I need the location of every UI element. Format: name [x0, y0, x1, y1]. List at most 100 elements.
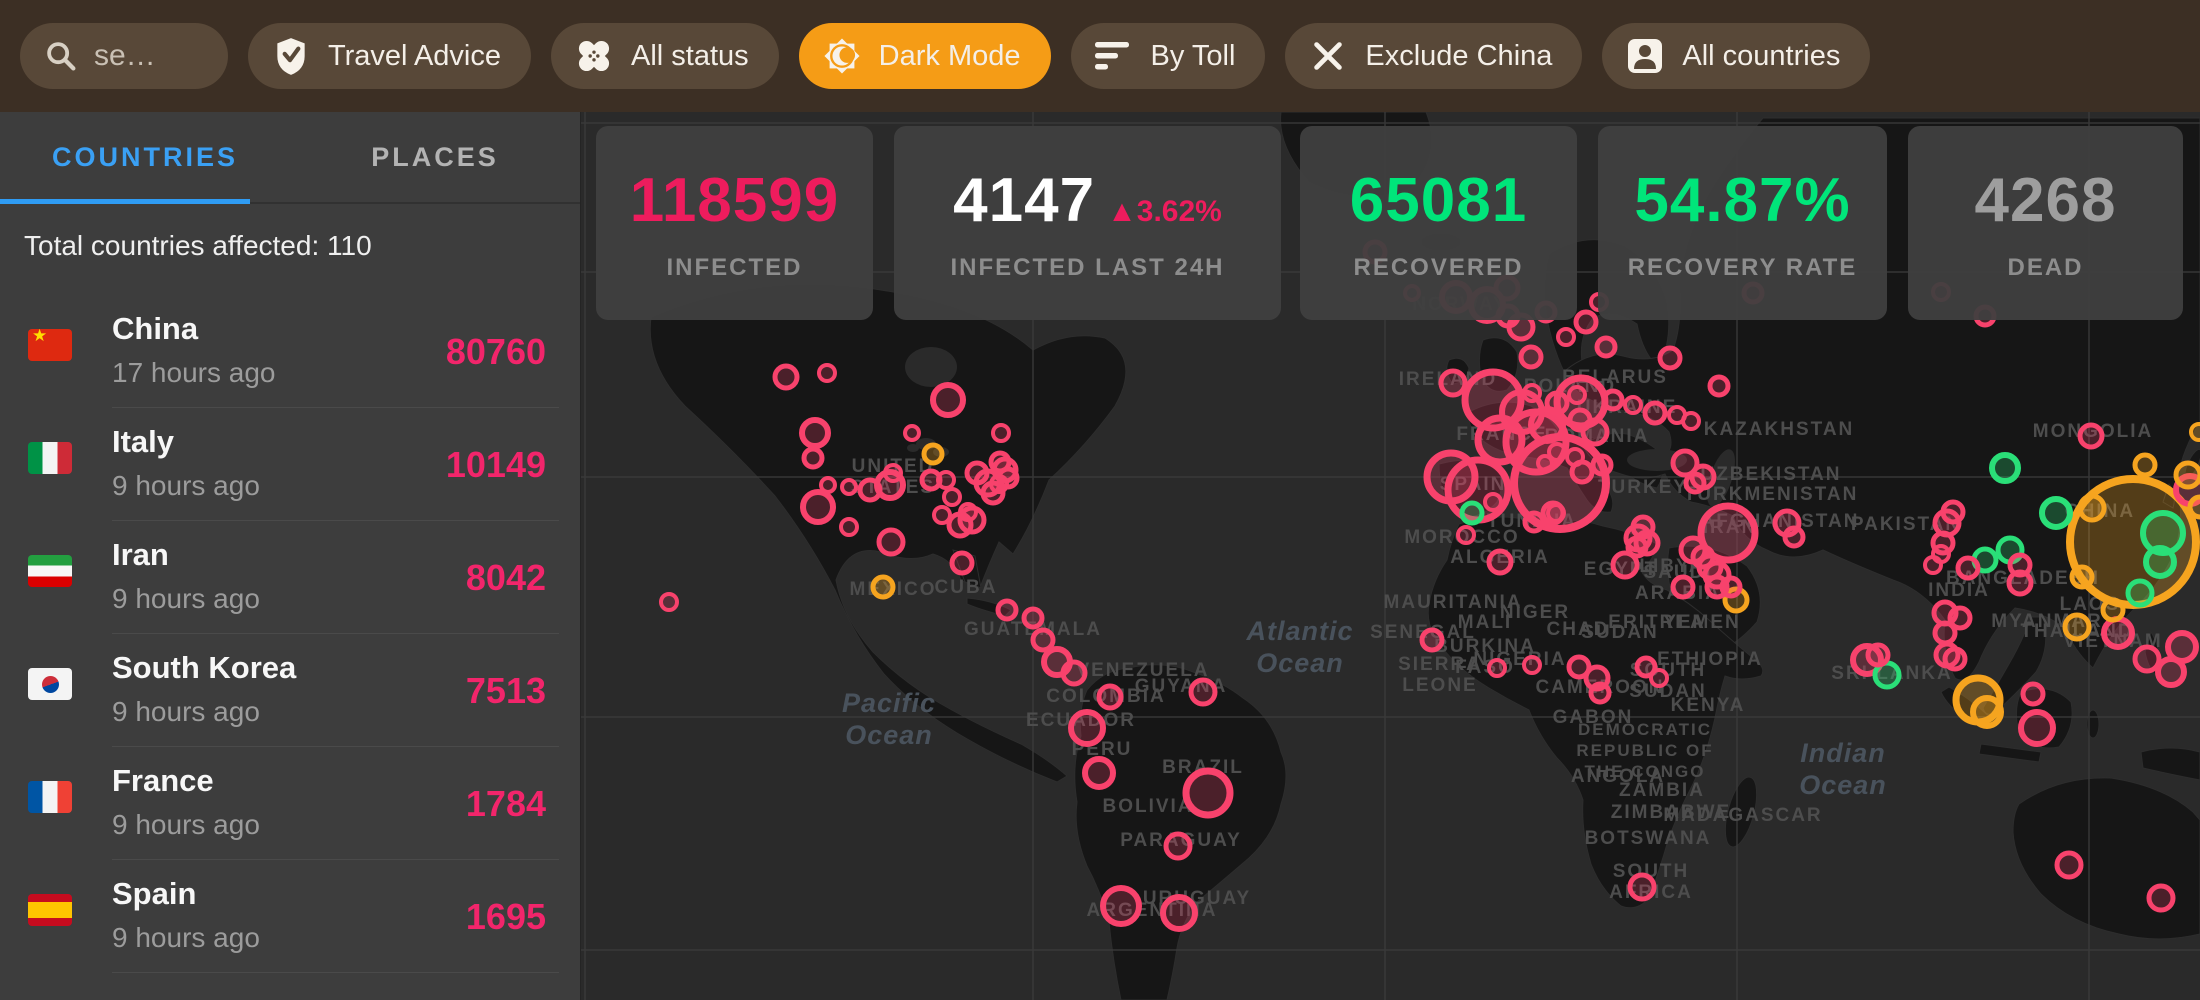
map-marker[interactable]: [1525, 513, 1543, 531]
map-marker[interactable]: [1567, 449, 1583, 465]
map-marker[interactable]: [933, 385, 963, 415]
map-marker[interactable]: [1722, 578, 1740, 596]
map-marker[interactable]: [804, 449, 822, 467]
map-marker[interactable]: [924, 445, 942, 463]
map-marker[interactable]: [2023, 684, 2043, 704]
map-marker[interactable]: [1033, 630, 1053, 650]
map-marker[interactable]: [1462, 503, 1482, 523]
map-marker[interactable]: [803, 492, 833, 522]
map-marker[interactable]: [2176, 463, 2200, 487]
map-marker[interactable]: [1625, 397, 1641, 413]
map-marker[interactable]: [1548, 505, 1564, 521]
map-marker[interactable]: [860, 480, 880, 500]
map-marker[interactable]: [938, 472, 954, 488]
map-marker[interactable]: [1597, 338, 1615, 356]
search-input[interactable]: [94, 39, 204, 73]
map-marker[interactable]: [934, 507, 950, 523]
search-box[interactable]: [20, 23, 228, 89]
tab-places[interactable]: PLACES: [290, 112, 580, 202]
map-marker[interactable]: [1547, 393, 1567, 413]
map-marker[interactable]: [1651, 670, 1667, 686]
map-marker[interactable]: [1103, 888, 1139, 924]
map-marker[interactable]: [1576, 312, 1596, 332]
country-row-south-korea[interactable]: South Korea9 hours ago7513: [0, 634, 580, 747]
map-marker[interactable]: [2158, 659, 2184, 685]
map-marker[interactable]: [2103, 600, 2123, 620]
map-marker[interactable]: [873, 577, 893, 597]
dark-mode-button[interactable]: Dark Mode: [799, 23, 1051, 89]
country-row-italy[interactable]: Italy9 hours ago10149: [0, 408, 580, 521]
map-marker[interactable]: [993, 425, 1009, 441]
map-marker[interactable]: [2135, 647, 2159, 671]
map-marker[interactable]: [842, 480, 856, 494]
map-marker[interactable]: [967, 463, 987, 483]
map-marker[interactable]: [1186, 771, 1230, 815]
map-marker[interactable]: [1024, 609, 1042, 627]
map-marker[interactable]: [1660, 348, 1680, 368]
all-countries-button[interactable]: All countries: [1602, 23, 1870, 89]
map-marker[interactable]: [1489, 660, 1505, 676]
country-row-france[interactable]: France9 hours ago1784: [0, 747, 580, 860]
map-marker[interactable]: [2128, 581, 2152, 605]
map-marker[interactable]: [2146, 548, 2174, 576]
map-marker[interactable]: [821, 478, 835, 492]
map-marker[interactable]: [1669, 407, 1685, 423]
map-marker[interactable]: [1489, 551, 1511, 573]
map-marker[interactable]: [1868, 645, 1888, 665]
map-marker[interactable]: [1569, 657, 1589, 677]
map-marker[interactable]: [2010, 555, 2030, 575]
map-marker[interactable]: [819, 365, 835, 381]
map-marker[interactable]: [2072, 567, 2092, 587]
map-marker[interactable]: [1645, 403, 1665, 423]
map-marker[interactable]: [2042, 499, 2070, 527]
map-marker[interactable]: [2191, 424, 2200, 440]
map-marker[interactable]: [1710, 377, 1728, 395]
map-marker[interactable]: [1166, 834, 1190, 858]
map-marker[interactable]: [1485, 494, 1501, 510]
map-marker[interactable]: [944, 489, 960, 505]
map-marker[interactable]: [952, 553, 972, 573]
country-row-china[interactable]: China17 hours ago80760: [0, 295, 580, 408]
map-marker[interactable]: [2190, 497, 2200, 517]
travel-advice-button[interactable]: Travel Advice: [248, 23, 531, 89]
map-marker[interactable]: [1524, 385, 1540, 401]
map-marker[interactable]: [991, 476, 1007, 492]
map-marker[interactable]: [1958, 558, 1978, 578]
map-marker[interactable]: [1945, 649, 1965, 669]
map-marker[interactable]: [802, 420, 828, 446]
map-marker[interactable]: [1521, 347, 1541, 367]
map-marker[interactable]: [1163, 897, 1195, 929]
map-marker[interactable]: [1673, 577, 1693, 597]
map-marker[interactable]: [1933, 546, 1949, 562]
map-marker[interactable]: [1686, 474, 1704, 492]
map-marker[interactable]: [2149, 886, 2173, 910]
country-row-iran[interactable]: Iran9 hours ago8042: [0, 521, 580, 634]
map-marker[interactable]: [960, 504, 976, 520]
map-marker[interactable]: [1604, 391, 1622, 409]
map-marker[interactable]: [1935, 623, 1955, 643]
map-marker[interactable]: [1063, 662, 1085, 684]
map-marker[interactable]: [1570, 410, 1590, 430]
by-toll-button[interactable]: By Toll: [1071, 23, 1266, 89]
map-marker[interactable]: [1569, 387, 1585, 403]
map-marker[interactable]: [1628, 538, 1646, 556]
map-marker[interactable]: [1943, 502, 1963, 522]
map-marker[interactable]: [2104, 619, 2132, 647]
map-marker[interactable]: [2080, 496, 2104, 520]
map-marker[interactable]: [1422, 630, 1442, 650]
tab-countries[interactable]: COUNTRIES: [0, 112, 290, 202]
country-row-spain[interactable]: Spain9 hours ago1695: [0, 860, 580, 973]
map-marker[interactable]: [1558, 329, 1574, 345]
map-marker[interactable]: [1085, 759, 1113, 787]
map-marker[interactable]: [1593, 456, 1611, 474]
map-marker[interactable]: [2135, 455, 2155, 475]
map-marker[interactable]: [905, 426, 919, 440]
map-marker[interactable]: [1441, 371, 1465, 395]
map-marker[interactable]: [1071, 712, 1103, 744]
map-marker[interactable]: [2057, 853, 2081, 877]
map-marker[interactable]: [1538, 456, 1552, 470]
map-marker[interactable]: [1693, 547, 1713, 567]
all-status-button[interactable]: All status: [551, 23, 779, 89]
map-marker[interactable]: [661, 594, 677, 610]
map-marker[interactable]: [1191, 680, 1215, 704]
